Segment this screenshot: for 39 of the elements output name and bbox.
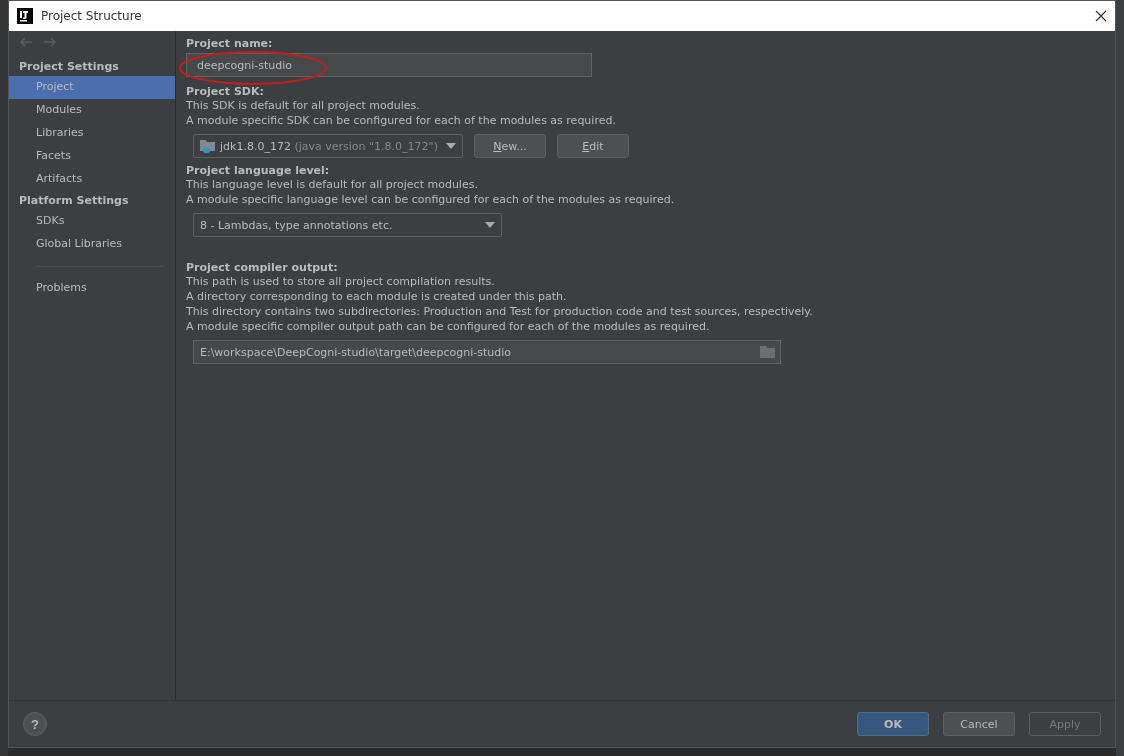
output-path-field[interactable]: E:\workspace\DeepCogni-studio\target\deepcogni-studio bbox=[193, 340, 781, 364]
sidebar-item[interactable]: Libraries bbox=[9, 122, 175, 145]
project-name-field[interactable]: deepcogni-studio bbox=[186, 53, 592, 77]
sdk-button[interactable]: Edit bbox=[557, 134, 629, 158]
folder-icon bbox=[200, 139, 216, 153]
dropdown-caret-icon bbox=[485, 222, 495, 228]
description-text: This language level is default for all project modules. bbox=[186, 177, 479, 192]
field-label: Project name: bbox=[186, 37, 273, 50]
forward-arrow-icon[interactable] bbox=[43, 37, 57, 47]
sdk-dropdown[interactable]: jdk1.8.0_172 (java version "1.8.0_172") bbox=[193, 134, 463, 158]
folder-icon[interactable] bbox=[760, 346, 776, 358]
field-label: Project SDK: bbox=[186, 85, 264, 98]
sidebar-item[interactable]: Problems bbox=[9, 277, 175, 300]
section-heading: Project Settings bbox=[18, 59, 120, 75]
description-text: A directory corresponding to each module is created under this path. bbox=[186, 289, 568, 304]
app-logo-icon bbox=[17, 8, 33, 24]
description-text: A module specific SDK can be configured for each of the modules as required. bbox=[186, 113, 617, 128]
language-level-dropdown[interactable]: 8 - Lambdas, type annotations etc. bbox=[193, 213, 502, 237]
help-button[interactable]: ? bbox=[23, 712, 47, 736]
description-text: A module specific language level can be configured for each of the modules as required. bbox=[186, 192, 676, 207]
dropdown-caret-icon bbox=[446, 143, 456, 149]
back-arrow-icon[interactable] bbox=[19, 37, 33, 47]
description-text: This directory contains two subdirectories: Production and Test for production code and test sources, respectively. bbox=[186, 304, 814, 319]
description-text: This SDK is default for all project modules. bbox=[186, 98, 421, 113]
field-label: Project language level: bbox=[186, 164, 330, 177]
description-text: This path is used to store all project compilation results. bbox=[186, 274, 496, 289]
field-label: Project compiler output: bbox=[186, 261, 338, 274]
dialog-button[interactable]: Cancel bbox=[943, 712, 1015, 736]
sidebar-item[interactable]: Global Libraries bbox=[9, 233, 175, 256]
window-title: Project Structure bbox=[41, 9, 143, 23]
sidebar-item[interactable]: Artifacts bbox=[9, 168, 175, 191]
section-heading: Platform Settings bbox=[18, 193, 130, 209]
close-icon[interactable] bbox=[1095, 10, 1107, 22]
sdk-button[interactable]: New... bbox=[474, 134, 546, 158]
sidebar-item[interactable]: Modules bbox=[9, 99, 175, 122]
dialog-button[interactable]: OK bbox=[857, 712, 929, 736]
sidebar-item[interactable]: SDKs bbox=[9, 210, 175, 233]
description-text: A module specific compiler output path can be configured for each of the modules as required. bbox=[186, 319, 711, 334]
sidebar-item[interactable]: Facets bbox=[9, 145, 175, 168]
